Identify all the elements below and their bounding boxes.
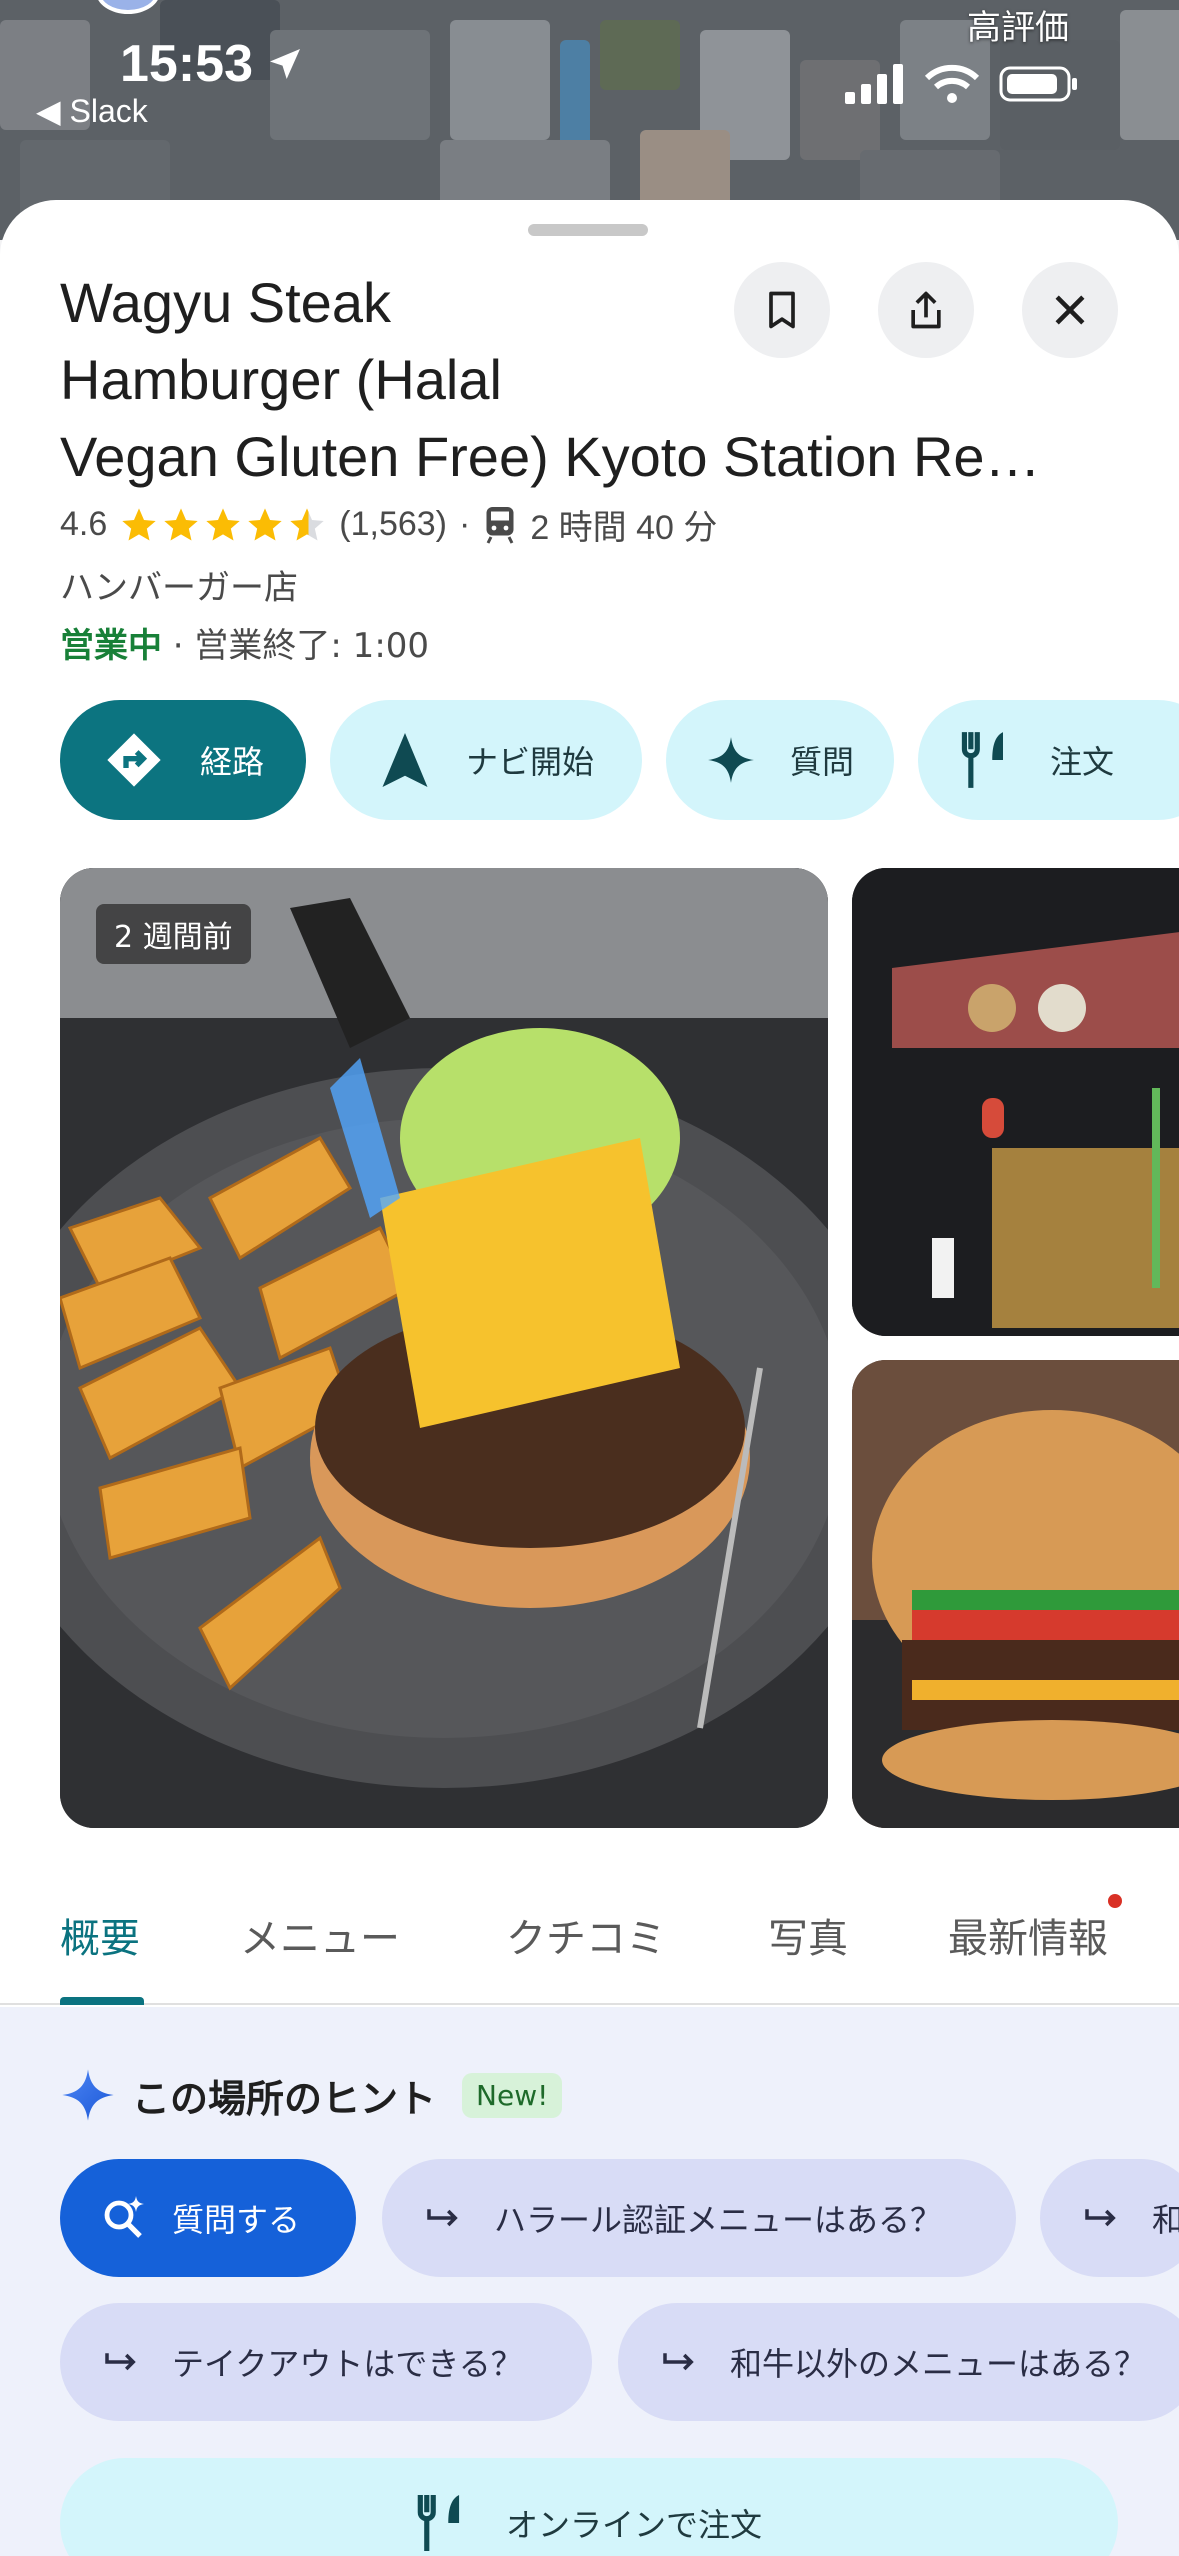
star-rating (119, 505, 327, 545)
hint-suggestion-label: 和 (1152, 2201, 1179, 2239)
share-icon (911, 291, 941, 329)
fork-knife-icon (417, 2495, 460, 2551)
star-icon (206, 507, 240, 540)
hints-header: この場所のヒント New! (60, 2067, 563, 2123)
review-count: (1,563) (339, 505, 447, 543)
order-online-button[interactable]: オンラインで注文 (60, 2458, 1118, 2556)
close-button[interactable] (1022, 262, 1118, 358)
gemini-sparkle-icon (62, 2069, 114, 2121)
tab-bar: 概要 メニュー クチコミ 写真 最新情報 (0, 1880, 1179, 2005)
photo-date-badge: 2 週間前 (96, 904, 251, 964)
burger-photo (60, 868, 828, 1828)
signal-icon (845, 64, 903, 104)
tab-updates[interactable]: 最新情報 (948, 1906, 1108, 1964)
title-line-2: Hamburger (Halal (60, 348, 502, 411)
hint-suggestion-halal[interactable]: ハラール認証メニューはある？ (382, 2159, 1016, 2277)
ask-question-label: 質問する (172, 2201, 301, 2239)
burger-closeup-image (852, 1360, 1179, 1828)
reply-arrow-icon (427, 2209, 458, 2227)
location-arrow-icon (270, 49, 300, 79)
ask-button[interactable]: 質問 (666, 700, 894, 820)
battery-icon (999, 66, 1077, 102)
tab-overview[interactable]: 概要 (60, 1906, 140, 1964)
star-icon (164, 507, 198, 540)
sheet-handle[interactable] (528, 224, 648, 236)
save-button[interactable] (734, 262, 830, 358)
hints-title: この場所のヒント (132, 2076, 437, 2121)
order-chip[interactable]: 注文 (918, 700, 1179, 820)
new-badge: New! (462, 2072, 563, 2118)
reply-arrow-icon (1085, 2209, 1116, 2227)
back-to-app-link[interactable]: ◀ Slack (36, 92, 148, 130)
navigation-arrow-icon (382, 733, 428, 787)
train-icon (486, 506, 514, 544)
hours-text: · 営業終了: 1:00 (162, 626, 430, 666)
order-online-label: オンラインで注文 (505, 2506, 762, 2544)
wifi-icon (925, 64, 979, 103)
ask-question-button[interactable]: 質問する (60, 2159, 356, 2277)
star-icon (122, 507, 156, 540)
directions-label: 経路 (199, 743, 264, 781)
opening-hours[interactable]: 営業中 · 営業終了: 1:00 (60, 618, 429, 667)
storefront-photo[interactable] (852, 868, 1179, 1336)
rating-value: 4.6 (60, 505, 108, 543)
search-sparkle-icon (104, 2196, 144, 2238)
ask-label: 質問 (789, 743, 854, 781)
clock-text: 15:53 (120, 35, 253, 93)
reply-arrow-icon (105, 2353, 136, 2371)
navigation-label: ナビ開始 (465, 743, 594, 781)
active-tab-indicator (60, 1997, 144, 2005)
bookmark-icon (769, 291, 795, 329)
order-chip-label: 注文 (1050, 743, 1115, 781)
place-category: ハンバーガー店 (60, 568, 298, 608)
transit-time: 2 時間 40 分 (530, 509, 718, 547)
location-dot (96, 0, 160, 14)
share-button[interactable] (878, 262, 974, 358)
tab-reviews[interactable]: クチコミ (506, 1906, 666, 1964)
tab-menu[interactable]: メニュー (240, 1906, 400, 1964)
sparkle-icon (708, 737, 754, 783)
hint-suggestion-label: テイクアウトはできる？ (172, 2345, 523, 2383)
hint-suggestion-takeout[interactable]: テイクアウトはできる？ (60, 2303, 592, 2421)
rating-row[interactable]: 4.6 (1,563) · 2 時間 40 分 (60, 500, 717, 549)
hint-suggestion-label: ハラール認証メニューはある？ (494, 2201, 943, 2239)
map-label: 高評価 (967, 8, 1069, 48)
title-line-1: Wagyu Steak (60, 271, 391, 334)
directions-icon (107, 733, 161, 787)
hint-suggestion-label: 和牛以外のメニューはある？ (730, 2345, 1147, 2383)
half-star-icon (290, 507, 324, 540)
tab-photos[interactable]: 写真 (768, 1906, 848, 1964)
separator: · (459, 505, 471, 543)
updates-notification-dot (1108, 1894, 1122, 1908)
reply-arrow-icon (663, 2353, 694, 2371)
hint-suggestion-other-menu[interactable]: 和牛以外のメニューはある？ (618, 2303, 1179, 2421)
storefront-image (852, 868, 1179, 1336)
hint-suggestion-wagyu[interactable]: 和 (1040, 2159, 1179, 2277)
title-line-3: Vegan Gluten Free) Kyoto Station Re… (60, 425, 1041, 488)
main-photo[interactable]: 2 週間前 (60, 868, 828, 1828)
burger-closeup-photo[interactable] (852, 1360, 1179, 1828)
status-time: 15:53 (120, 34, 305, 94)
close-icon (1055, 295, 1085, 325)
directions-button[interactable]: 経路 (60, 700, 306, 820)
status-icons (845, 64, 1079, 104)
start-navigation-button[interactable]: ナビ開始 (330, 700, 642, 820)
fork-knife-icon (961, 732, 1003, 788)
open-status: 営業中 (60, 626, 162, 666)
star-icon (248, 507, 282, 540)
